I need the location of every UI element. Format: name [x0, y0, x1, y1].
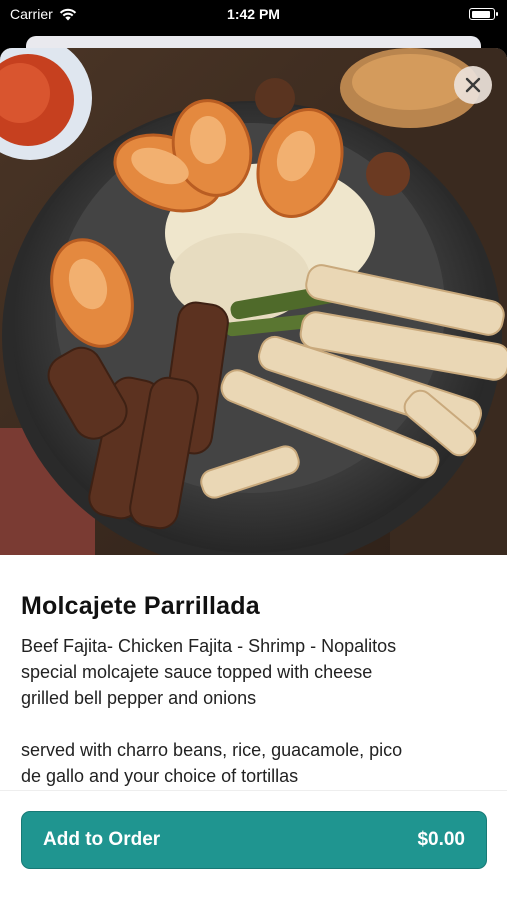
serving-line: served with charro beans, rice, guacamol… — [21, 740, 403, 760]
status-bar: Carrier 1:42 PM — [0, 0, 507, 30]
order-price: $0.00 — [417, 829, 465, 850]
serving-line: de gallo and your choice of tortillas — [21, 766, 299, 786]
description-line: Beef Fajita- Chicken Fajita - Shrimp - N… — [21, 636, 397, 656]
status-time: 1:42 PM — [227, 6, 280, 22]
item-photo — [0, 48, 507, 555]
item-detail-modal: Molcajete Parrillada Beef Fajita- Chicke… — [0, 48, 507, 900]
close-icon — [465, 77, 481, 93]
add-to-order-label: Add to Order — [43, 829, 161, 850]
item-serving-info: served with charro beans, rice, guacamol… — [21, 737, 486, 789]
item-details: Molcajete Parrillada Beef Fajita- Chicke… — [0, 555, 507, 789]
order-footer: Add to Order $0.00 — [0, 790, 507, 900]
item-description: Beef Fajita- Chicken Fajita - Shrimp - N… — [21, 633, 486, 711]
close-button[interactable] — [454, 66, 492, 104]
description-line: special molcajete sauce topped with chee… — [21, 662, 373, 682]
add-to-order-button[interactable]: Add to Order $0.00 — [21, 811, 487, 869]
description-line: grilled bell pepper and onions — [21, 688, 257, 708]
battery-icon — [469, 8, 498, 20]
item-title: Molcajete Parrillada — [21, 592, 260, 620]
